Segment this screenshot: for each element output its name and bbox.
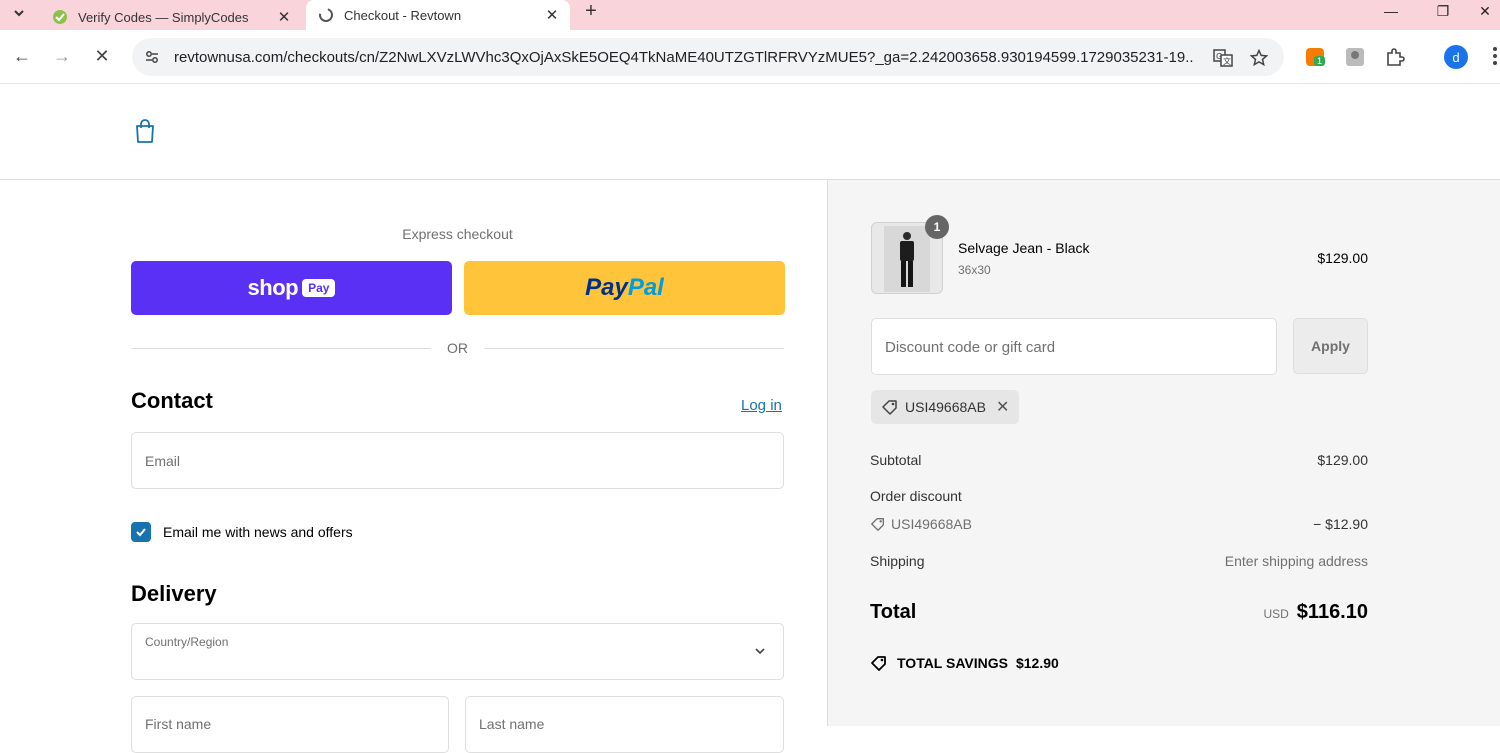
shop-pay-button[interactable]: shop Pay <box>131 261 452 315</box>
tab-close-icon[interactable]: ✕ <box>542 5 562 25</box>
shipping-label: Shipping <box>870 553 925 569</box>
tab-simplycodes[interactable]: Verify Codes — SimplyCodes ✕ <box>40 0 302 34</box>
extension-badge: 1 <box>1314 56 1326 66</box>
tab-title: Checkout - Revtown <box>344 7 462 23</box>
order-discount-code: USI49668AB <box>891 516 972 532</box>
applied-code: USI49668AB <box>905 399 986 415</box>
apply-discount-button[interactable]: Apply <box>1293 318 1368 374</box>
svg-text:文: 文 <box>1223 56 1231 66</box>
or-divider: OR <box>131 338 784 358</box>
new-tab-plus-icon[interactable]: + <box>580 0 602 22</box>
loading-favicon-icon <box>318 7 334 23</box>
shop-pay-pill: Pay <box>302 279 336 297</box>
savings-value: $12.90 <box>1015 655 1059 671</box>
discount-placeholder: Discount code or gift card <box>885 339 1056 356</box>
paypal-button[interactable]: Pay Pal <box>464 261 785 315</box>
stop-loading-icon[interactable]: ✕ <box>88 42 116 70</box>
newsletter-checkbox[interactable] <box>131 522 151 542</box>
total-amount: $116.10 <box>1296 601 1368 623</box>
total-savings: TOTAL SAVINGS $12.90 <box>870 654 1059 672</box>
extensions-puzzle-icon[interactable] <box>1384 46 1406 68</box>
email-field[interactable]: Email <box>131 432 784 489</box>
checkmark-icon <box>136 528 146 537</box>
shipping-value: Enter shipping address <box>1224 553 1368 569</box>
country-region-select[interactable]: Country/Region <box>131 623 784 680</box>
first-name-placeholder: First name <box>145 716 212 732</box>
shopping-bag-icon[interactable] <box>134 118 156 144</box>
tag-icon <box>871 518 884 531</box>
total-currency: USD <box>1263 607 1289 621</box>
tab-title: Verify Codes — SimplyCodes <box>78 9 249 25</box>
quantity-badge: 1 <box>925 215 949 239</box>
product-variant: 36x30 <box>958 263 991 277</box>
profile-avatar[interactable]: d <box>1444 45 1468 69</box>
site-settings-icon[interactable] <box>142 47 162 67</box>
applied-discount-chip: USI49668AB ✕ <box>871 390 1020 424</box>
delivery-heading: Delivery <box>131 581 217 606</box>
subtotal-label: Subtotal <box>870 452 922 468</box>
contact-heading: Contact <box>131 388 213 413</box>
divider-line <box>484 347 784 349</box>
tab-close-icon[interactable]: ✕ <box>274 7 294 27</box>
paypal-wordmark-part2: Pal <box>627 274 664 301</box>
savings-tag-icon <box>871 656 886 671</box>
checkout-form-panel: Express checkout shop Pay Pay Pal OR Cont… <box>0 180 828 753</box>
total-value-group: USD $116.10 <box>1263 601 1368 624</box>
bookmark-star-icon[interactable] <box>1248 47 1270 69</box>
newsletter-option[interactable]: Email me with news and offers <box>131 522 353 542</box>
shop-header <box>0 84 1500 180</box>
window-close-icon[interactable]: ✕ <box>1470 0 1500 22</box>
address-bar[interactable]: revtownusa.com/checkouts/cn/Z2NwLXVzLWVh… <box>132 38 1284 76</box>
express-checkout-label: Express checkout <box>402 226 513 242</box>
browser-toolbar: ← → ✕ revtownusa.com/checkouts/cn/Z2NwLX… <box>0 30 1500 84</box>
tag-icon <box>882 400 897 415</box>
country-region-label: Country/Region <box>145 635 229 649</box>
order-discount-value: − $12.90 <box>1313 516 1368 532</box>
simplycodes-favicon-icon <box>52 9 68 25</box>
last-name-placeholder: Last name <box>479 716 545 732</box>
last-name-field[interactable]: Last name <box>465 696 784 753</box>
simplycodes-extension-icon[interactable]: 1 <box>1304 46 1326 68</box>
order-summary-panel: 1 Selvage Jean - Black 36x30 $129.00 Dis… <box>828 180 1500 726</box>
order-discount-label: Order discount <box>870 488 962 504</box>
newsletter-label: Email me with news and offers <box>163 524 353 540</box>
browser-tab-bar: Verify Codes — SimplyCodes ✕ Checkout - … <box>0 0 1500 34</box>
chevron-down-icon <box>755 648 765 655</box>
email-placeholder: Email <box>145 453 181 469</box>
order-discount-code-line: USI49668AB <box>870 516 972 532</box>
product-name: Selvage Jean - Black <box>958 240 1090 256</box>
total-label: Total <box>870 601 917 623</box>
login-link[interactable]: Log in <box>741 397 782 414</box>
minimize-icon[interactable]: — <box>1368 0 1414 22</box>
savings-label: TOTAL SAVINGS <box>897 655 1008 671</box>
divider-line <box>131 347 431 349</box>
translate-icon[interactable]: G文 <box>1212 47 1234 69</box>
tab-search-chevron-icon[interactable] <box>8 2 30 24</box>
forward-arrow-icon[interactable]: → <box>48 42 76 70</box>
back-arrow-icon[interactable]: ← <box>8 42 36 70</box>
shop-pay-wordmark: shop <box>247 275 299 300</box>
url-text: revtownusa.com/checkouts/cn/Z2NwLXVzLWVh… <box>174 48 1194 66</box>
first-name-field[interactable]: First name <box>131 696 449 753</box>
subtotal-value: $129.00 <box>1317 452 1368 468</box>
tab-checkout[interactable]: Checkout - Revtown ✕ <box>306 0 570 30</box>
browser-menu-icon[interactable] <box>1484 45 1500 67</box>
product-price: $129.00 <box>1317 250 1368 266</box>
remove-discount-icon[interactable]: ✕ <box>996 397 1009 417</box>
discount-code-field[interactable]: Discount code or gift card <box>871 318 1277 375</box>
restore-icon[interactable]: ❐ <box>1420 0 1466 22</box>
paypal-wordmark-part1: Pay <box>585 274 628 301</box>
extension-avatar-icon[interactable] <box>1344 46 1366 68</box>
or-label: OR <box>447 340 468 356</box>
